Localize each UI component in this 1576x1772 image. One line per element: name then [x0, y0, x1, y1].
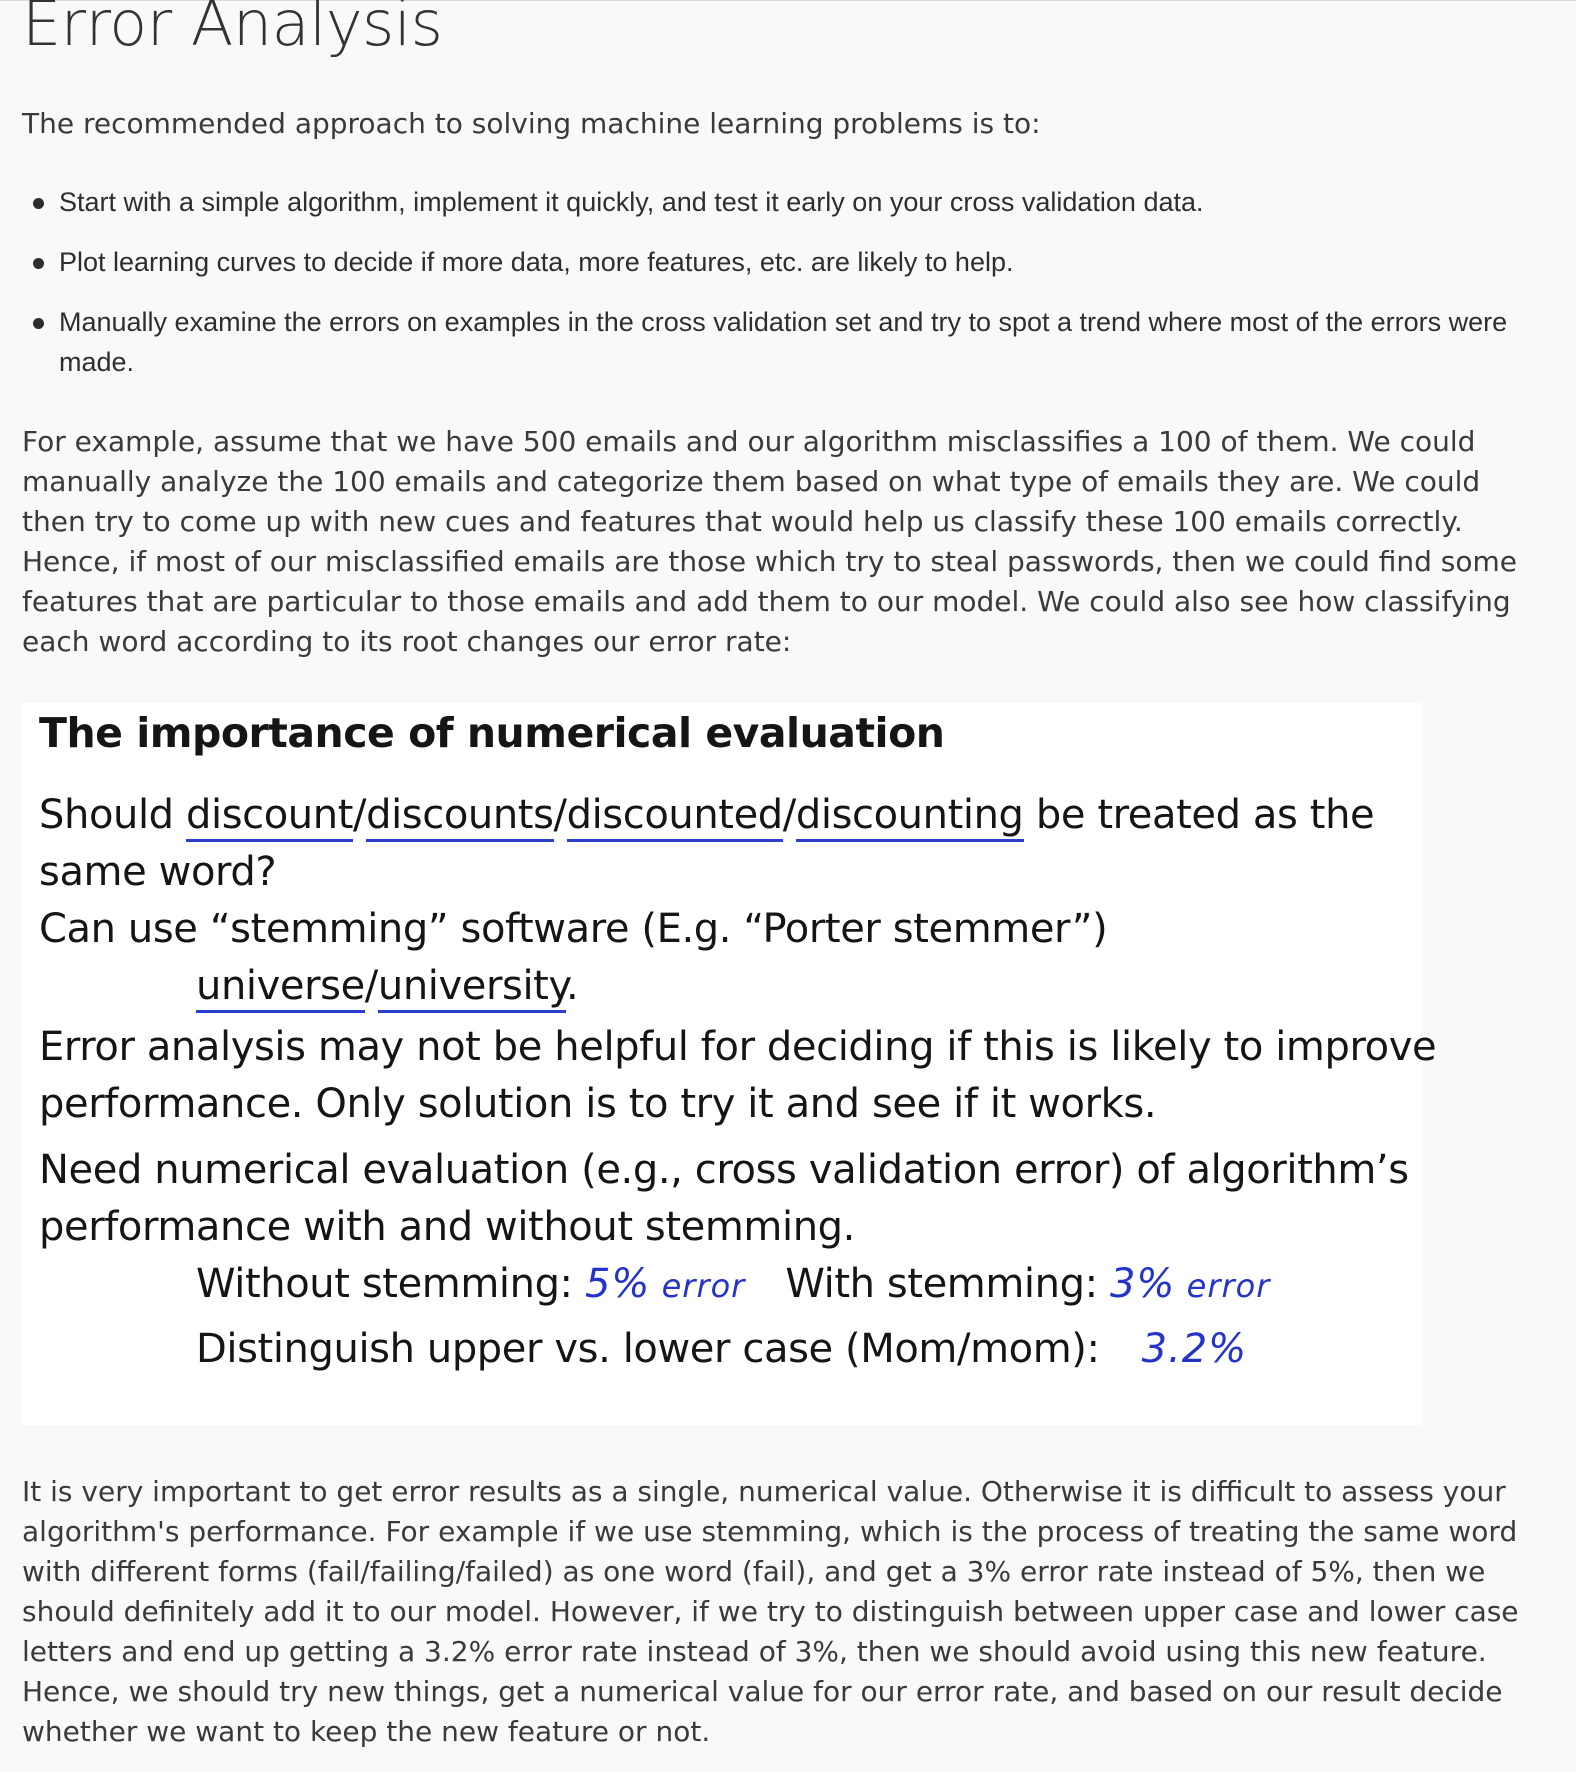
- slide-case-line: Distinguish upper vs. lower case (Mom/mo…: [196, 1321, 1247, 1378]
- slide-text: /: [553, 792, 567, 838]
- slide-text: be treated as the: [1023, 792, 1375, 838]
- slide-need-line-2: performance with and without stemming.: [39, 1204, 855, 1250]
- list-item: Start with a simple algorithm, implement…: [22, 182, 1522, 222]
- slide-title: The importance of numerical evaluation: [39, 709, 945, 757]
- underlined-word: discounts: [366, 792, 554, 842]
- underlined-word: universe: [196, 963, 365, 1013]
- slide-text: Should: [39, 792, 186, 838]
- underlined-word: discounted: [566, 792, 783, 842]
- slide-text: .: [566, 963, 579, 1009]
- intro-text: The recommended approach to solving mach…: [22, 107, 1041, 140]
- slide-need-line-1: Need numerical evaluation (e.g., cross v…: [39, 1147, 1409, 1193]
- slide-error-analysis-line-1: Error analysis may not be helpful for de…: [39, 1024, 1437, 1070]
- slide-stemming-line: Can use “stemming” software (E.g. “Porte…: [39, 906, 1108, 952]
- handwritten-note: error: [650, 1267, 746, 1305]
- example-paragraph: For example, assume that we have 500 ema…: [22, 425, 1517, 658]
- page-title: Error Analysis: [22, 0, 443, 60]
- conclusion-paragraph: It is very important to get error result…: [22, 1475, 1519, 1748]
- case-label: Distinguish upper vs. lower case (Mom/mo…: [196, 1326, 1100, 1372]
- without-stemming-label: Without stemming:: [196, 1261, 585, 1307]
- slide-question-line: Should discount/discounts/discounted/dis…: [39, 787, 1375, 844]
- underlined-word: discounting: [795, 792, 1024, 842]
- slide-text: /: [364, 963, 378, 1009]
- slide-text: /: [353, 792, 367, 838]
- slide-error-analysis-line-2: performance. Only solution is to try it …: [39, 1081, 1157, 1127]
- case-value: 3.2%: [1141, 1326, 1248, 1372]
- with-stemming-value: 3%: [1109, 1261, 1176, 1307]
- slide-universe-line: universe/university.: [196, 958, 579, 1015]
- underlined-word: discount: [186, 792, 353, 842]
- underlined-word: university: [377, 963, 566, 1013]
- with-stemming-label: With stemming:: [785, 1261, 1110, 1307]
- slide-text: /: [782, 792, 796, 838]
- list-item: Plot learning curves to decide if more d…: [22, 242, 1522, 282]
- slide-stemming-results: Without stemming: 5% error With stemming:…: [196, 1256, 1270, 1315]
- steps-list: Start with a simple algorithm, implement…: [22, 182, 1522, 402]
- list-item: Manually examine the errors on examples …: [22, 302, 1522, 382]
- lecture-slide-image: The importance of numerical evaluation S…: [22, 703, 1437, 1425]
- handwritten-note: error: [1175, 1267, 1271, 1305]
- slide-question-line-2: same word?: [39, 849, 277, 895]
- without-stemming-value: 5%: [584, 1261, 651, 1307]
